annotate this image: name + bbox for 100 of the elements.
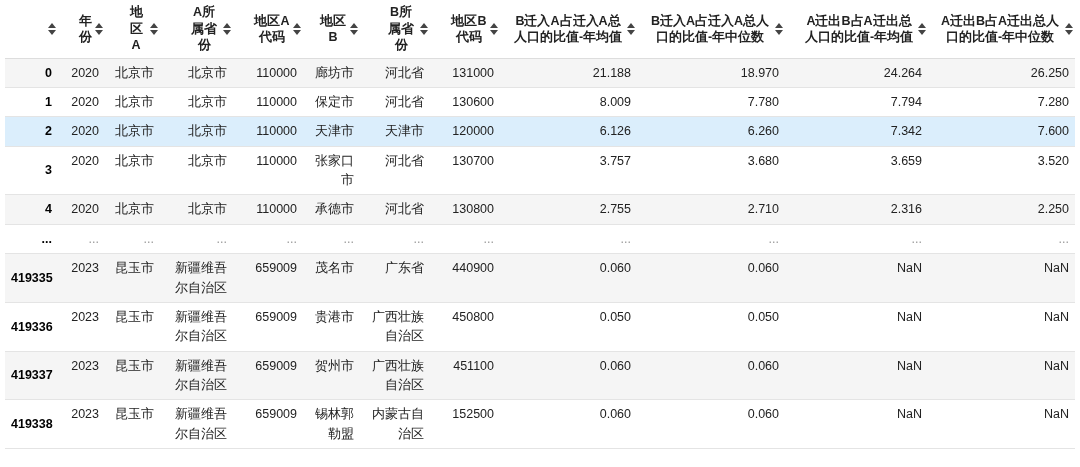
- table-cell-text: NaN: [1044, 308, 1069, 326]
- table-cell-text: 2023: [71, 357, 99, 375]
- column-header: 地区A代码: [254, 12, 290, 45]
- table-cell-text: 北京市: [115, 93, 154, 111]
- table-cell-text: 2020: [71, 152, 99, 170]
- ellipsis-text: ...: [911, 230, 922, 248]
- row-index: 419335: [11, 270, 53, 285]
- table-cell-text: NaN: [897, 357, 922, 375]
- table-cell-text: 2020: [71, 93, 99, 111]
- table-cell-text: 21.188: [592, 64, 631, 82]
- ellipsis-text: ...: [413, 230, 424, 248]
- table-cell-text: 7.780: [747, 93, 779, 111]
- table-cell-text: 2020: [71, 201, 99, 219]
- sort-icon[interactable]: [627, 22, 635, 35]
- column-header: A迁出B占A迁出总人口的比值-年均值: [803, 12, 915, 45]
- table-cell-text: 0.060: [599, 260, 631, 278]
- column-header: B所属省份: [387, 4, 415, 54]
- table-cell-text: 茂名市: [315, 260, 354, 278]
- table-cell-text: 北京市: [115, 152, 154, 170]
- sort-icon[interactable]: [293, 22, 301, 35]
- table-cell-text: 昆玉市: [115, 260, 154, 278]
- table-cell-text: 3.520: [1037, 152, 1069, 170]
- table-cell-text: 7.600: [1037, 123, 1069, 141]
- table-cell-text: 新疆维吾尔自治区: [174, 260, 227, 297]
- sort-icon[interactable]: [95, 22, 103, 35]
- table-cell-text: 2020: [71, 64, 99, 82]
- table-cell-text: 保定市: [315, 93, 354, 111]
- table-cell-text: 3.659: [890, 152, 922, 170]
- row-index: 419337: [11, 368, 53, 383]
- table-cell-text: 昆玉市: [115, 308, 154, 326]
- sort-icon[interactable]: [918, 22, 926, 35]
- table-cell-text: 440900: [452, 260, 494, 278]
- table-cell-text: 2.250: [1037, 201, 1069, 219]
- table-cell-text: 北京市: [188, 93, 227, 111]
- table-cell-text: 659009: [255, 406, 297, 424]
- table-cell-text: 6.126: [599, 123, 631, 141]
- table-cell-text: NaN: [1044, 406, 1069, 424]
- sort-icon[interactable]: [1065, 22, 1073, 35]
- table-cell-text: 北京市: [188, 201, 227, 219]
- column-header: 地区B: [319, 12, 347, 45]
- table-cell-text: 0.060: [747, 406, 779, 424]
- table-cell-text: 110000: [256, 123, 297, 141]
- table-cell-text: 0.060: [599, 357, 631, 375]
- ellipsis-text: ...: [1058, 230, 1069, 248]
- table-cell-text: 2023: [71, 308, 99, 326]
- table-cell-text: 天津市: [385, 123, 424, 141]
- ellipsis-text: ...: [768, 230, 779, 248]
- table-cell-text: 2023: [71, 406, 99, 424]
- table-cell-text: 131000: [452, 64, 494, 82]
- ellipsis-text: ...: [286, 230, 297, 248]
- table-cell-text: 110000: [256, 93, 297, 111]
- column-header: 地区A: [128, 4, 144, 54]
- table-cell-text: 北京市: [115, 64, 154, 82]
- table-cell-text: 7.794: [890, 93, 922, 111]
- table-cell-text: 110000: [256, 64, 297, 82]
- row-index: 4: [45, 202, 52, 217]
- ellipsis-text: ...: [216, 230, 227, 248]
- table-cell-text: 7.280: [1037, 93, 1069, 111]
- table-cell-text: 北京市: [115, 123, 154, 141]
- row-index: 419338: [11, 417, 53, 432]
- table-cell-text: 3.680: [747, 152, 779, 170]
- table-cell-text: 3.757: [599, 152, 631, 170]
- table-cell-text: 26.250: [1030, 64, 1069, 82]
- table-cell-text: 新疆维吾尔自治区: [174, 406, 227, 443]
- table-cell-text: 北京市: [188, 152, 227, 170]
- table-cell-text: 贵港市: [315, 308, 354, 326]
- table-cell-text: 659009: [255, 260, 297, 278]
- ellipsis-text: ...: [343, 230, 354, 248]
- sort-icon[interactable]: [150, 22, 158, 35]
- table-cell-text: 0.050: [599, 308, 631, 326]
- table-cell-text: 河北省: [385, 201, 424, 219]
- row-index: 3: [45, 163, 52, 178]
- sort-icon[interactable]: [490, 22, 498, 35]
- sort-icon[interactable]: [420, 22, 428, 35]
- sort-icon[interactable]: [350, 22, 358, 35]
- table-cell-text: 2.755: [599, 201, 631, 219]
- table-cell-text: 广西壮族自治区: [371, 357, 424, 394]
- table-cell-text: 内蒙古自治区: [371, 406, 424, 443]
- table-cell-text: 0.060: [747, 357, 779, 375]
- table-cell-text: 659009: [255, 357, 297, 375]
- sort-icon[interactable]: [48, 22, 56, 35]
- ellipsis-text: ...: [620, 230, 631, 248]
- row-index: 2: [45, 124, 52, 139]
- table-cell-text: NaN: [1044, 260, 1069, 278]
- table-cell-text: 新疆维吾尔自治区: [174, 308, 227, 346]
- sort-icon[interactable]: [775, 22, 783, 35]
- table-cell-text: 河北省: [385, 64, 424, 82]
- table-cell-text: 130600: [452, 93, 494, 111]
- table-cell-text: 河北省: [385, 93, 424, 111]
- table-cell-text: 659009: [255, 308, 297, 326]
- table-cell-text: 130800: [452, 201, 494, 219]
- table-cell-text: 7.342: [890, 123, 922, 141]
- column-header: A迁出B占A迁出总人口的比值-年中位数: [939, 12, 1061, 45]
- table-cell-text: 2.710: [747, 201, 779, 219]
- column-header: 年份: [78, 12, 92, 45]
- table-cell-text: NaN: [897, 260, 922, 278]
- table-cell-text: 昆玉市: [115, 357, 154, 375]
- table-cell-text: 张家口市: [314, 152, 354, 189]
- table-cell-text: 18.970: [740, 64, 779, 82]
- sort-icon[interactable]: [223, 22, 231, 35]
